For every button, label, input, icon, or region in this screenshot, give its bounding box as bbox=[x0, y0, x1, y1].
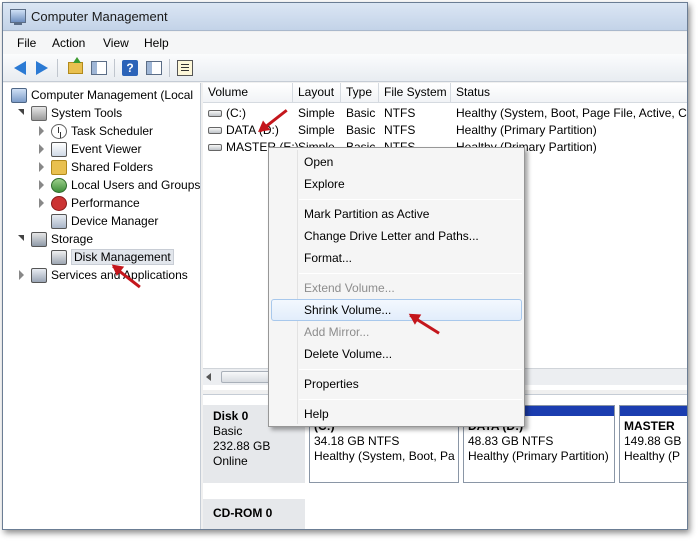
menu-separator bbox=[299, 369, 522, 370]
menu-item-format[interactable]: Format... bbox=[271, 247, 522, 269]
menu-item-open[interactable]: Open bbox=[271, 151, 522, 173]
cdrom-0-label[interactable]: CD-ROM 0 bbox=[203, 499, 305, 529]
menu-help[interactable]: Help bbox=[144, 36, 169, 50]
tree-item-local-users[interactable]: Local Users and Groups bbox=[37, 176, 200, 194]
table-row[interactable]: DATA (D:) Simple Basic NTFS Healthy (Pri… bbox=[203, 122, 687, 139]
menu-separator bbox=[299, 273, 522, 274]
menu-bar: File Action View Help bbox=[3, 32, 687, 54]
event-viewer-icon bbox=[51, 141, 67, 157]
window-title: Computer Management bbox=[31, 9, 168, 24]
tools-icon bbox=[31, 105, 47, 121]
partition-bar bbox=[620, 406, 687, 416]
menu-file[interactable]: File bbox=[17, 36, 36, 50]
drive-icon bbox=[208, 110, 222, 117]
partition-e[interactable]: MASTER 149.88 GB Healthy (P bbox=[619, 405, 687, 483]
menu-separator bbox=[299, 199, 522, 200]
tree-item-computer-management[interactable]: Computer Management (Local bbox=[11, 86, 193, 104]
show-hide-tree-icon[interactable] bbox=[89, 58, 109, 78]
menu-item-add-mirror: Add Mirror... bbox=[304, 325, 370, 339]
menu-separator bbox=[299, 399, 522, 400]
collapse-arrow-icon[interactable] bbox=[17, 108, 27, 118]
context-menu: Open Explore Mark Partition as Active Ch… bbox=[268, 147, 525, 427]
performance-icon bbox=[51, 195, 67, 211]
menu-item-help[interactable]: Help bbox=[271, 403, 522, 425]
computer-icon bbox=[11, 87, 27, 103]
title-bar: Computer Management bbox=[3, 3, 687, 31]
computer-management-window: Computer Management File Action View Hel… bbox=[2, 2, 688, 530]
menu-item-extend-volume: Extend Volume... bbox=[304, 281, 395, 295]
tree-item-event-viewer[interactable]: Event Viewer bbox=[37, 140, 141, 158]
users-icon bbox=[51, 177, 67, 193]
column-header-layout[interactable]: Layout bbox=[293, 83, 341, 103]
expand-arrow-icon[interactable] bbox=[37, 144, 47, 154]
expand-arrow-icon[interactable] bbox=[37, 198, 47, 208]
disk-icon bbox=[51, 249, 67, 265]
toolbar: ? bbox=[3, 54, 687, 82]
expand-arrow-icon[interactable] bbox=[37, 126, 47, 136]
menu-item-properties[interactable]: Properties bbox=[271, 373, 522, 395]
services-icon bbox=[31, 267, 47, 283]
menu-item-explore[interactable]: Explore bbox=[271, 173, 522, 195]
scroll-left-icon[interactable] bbox=[206, 373, 211, 381]
expand-arrow-icon[interactable] bbox=[17, 270, 27, 280]
tree-item-services-applications[interactable]: Services and Applications bbox=[17, 266, 188, 284]
column-header-file-system[interactable]: File System bbox=[379, 83, 451, 103]
drive-icon bbox=[208, 144, 222, 151]
clock-icon bbox=[51, 123, 67, 139]
tree-item-performance[interactable]: Performance bbox=[37, 194, 140, 212]
up-folder-icon[interactable] bbox=[65, 57, 85, 78]
column-header-volume[interactable]: Volume bbox=[203, 83, 293, 103]
shared-folder-icon bbox=[51, 159, 67, 175]
tree-item-shared-folders[interactable]: Shared Folders bbox=[37, 158, 153, 176]
drive-icon bbox=[208, 127, 222, 134]
properties-icon[interactable] bbox=[175, 58, 195, 78]
tree-item-device-manager[interactable]: Device Manager bbox=[51, 212, 158, 230]
computer-management-icon bbox=[10, 9, 26, 25]
menu-item-delete-volume[interactable]: Delete Volume... bbox=[271, 343, 522, 365]
storage-icon bbox=[31, 231, 47, 247]
menu-item-shrink-volume[interactable]: Shrink Volume... bbox=[271, 299, 522, 321]
tree-item-storage[interactable]: Storage bbox=[17, 230, 93, 248]
menu-item-change-drive-letter[interactable]: Change Drive Letter and Paths... bbox=[271, 225, 522, 247]
collapse-arrow-icon[interactable] bbox=[17, 234, 27, 244]
device-manager-icon bbox=[51, 213, 67, 229]
tree-item-task-scheduler[interactable]: Task Scheduler bbox=[37, 122, 153, 140]
expand-arrow-icon[interactable] bbox=[37, 180, 47, 190]
navigation-tree: Computer Management (Local System Tools … bbox=[3, 83, 201, 529]
menu-view[interactable]: View bbox=[103, 36, 129, 50]
column-header-type[interactable]: Type bbox=[341, 83, 379, 103]
forward-arrow-icon[interactable] bbox=[32, 58, 52, 78]
menu-item-mark-active[interactable]: Mark Partition as Active bbox=[271, 203, 522, 225]
help-icon[interactable]: ? bbox=[120, 58, 140, 78]
column-header-status[interactable]: Status bbox=[451, 83, 687, 103]
tree-item-system-tools[interactable]: System Tools bbox=[17, 104, 122, 122]
menu-action[interactable]: Action bbox=[52, 36, 85, 50]
expand-arrow-icon[interactable] bbox=[37, 162, 47, 172]
show-action-pane-icon[interactable] bbox=[144, 58, 164, 78]
back-arrow-icon[interactable] bbox=[10, 58, 30, 78]
